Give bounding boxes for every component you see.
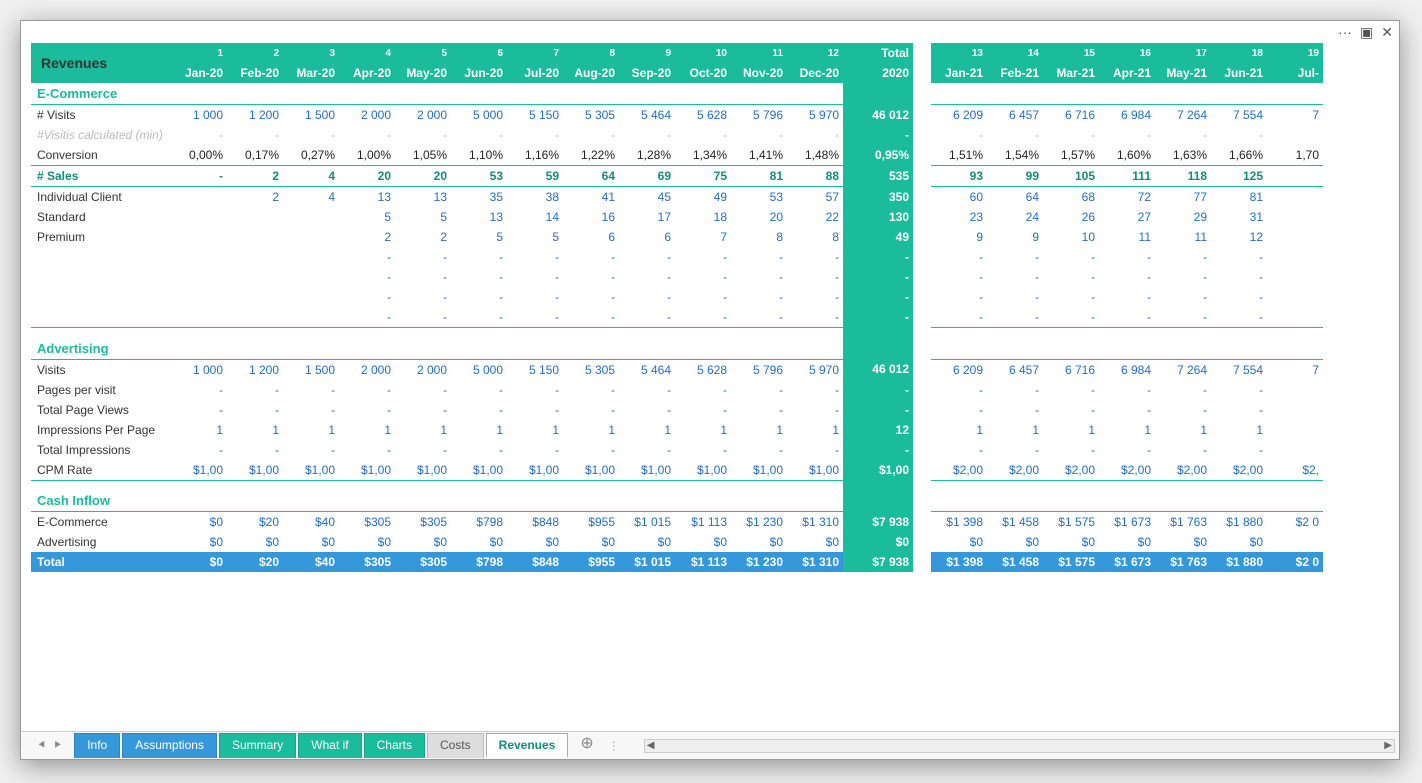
scroll-left-icon[interactable]: ◀ (647, 740, 655, 751)
row-tpv: Total Page Views (31, 400, 171, 420)
tab-revenues[interactable]: Revenues (486, 733, 569, 758)
data-grid[interactable]: Revenues 1 2 3 4 5 6 7 8 9 10 11 12 Tota… (31, 43, 1399, 731)
row-premium: Premium (31, 227, 171, 247)
row-conversion: Conversion (31, 145, 171, 166)
tab-costs[interactable]: Costs (427, 733, 484, 758)
row-individual: Individual Client (31, 187, 171, 208)
scroll-right-icon[interactable]: ▶ (1384, 740, 1392, 751)
tab-whatif[interactable]: What if (298, 733, 361, 758)
section-advertising: Advertising (31, 338, 171, 360)
window-controls: ··· ▣ ✕ (21, 21, 1399, 43)
row-adv-visits: Visits (31, 359, 171, 380)
horizontal-scrollbar[interactable]: ◀ ▶ (644, 739, 1395, 753)
page-title: Revenues (31, 43, 171, 83)
section-cash: Cash Inflow (31, 490, 171, 512)
tab-nav-arrows[interactable]: ⯇ ⯈ (25, 738, 74, 753)
row-standard: Standard (31, 207, 171, 227)
row-sales: # Sales (31, 166, 171, 187)
row-cash-ecom: E-Commerce (31, 512, 171, 533)
tab-info[interactable]: Info (74, 733, 120, 758)
row-visits-calc: #Visitis calculated (min) (31, 125, 171, 145)
nav-next-icon[interactable]: ⯈ (51, 738, 65, 753)
row-total: Total (31, 552, 171, 572)
sheet-tab-bar: ⯇ ⯈ Info Assumptions Summary What if Cha… (21, 731, 1399, 759)
row-ipp: Impressions Per Page (31, 420, 171, 440)
month-header: Jan-20 (171, 63, 227, 83)
section-ecommerce: E-Commerce (31, 83, 171, 105)
ribbon-icon[interactable]: ▣ (1360, 24, 1373, 41)
row-visits: # Visits (31, 105, 171, 126)
tab-summary[interactable]: Summary (219, 733, 296, 758)
total-header: Total (843, 43, 913, 63)
row-cash-adv: Advertising (31, 532, 171, 552)
col-idx: 1 (171, 43, 227, 63)
add-sheet-button[interactable]: ⊕ (570, 733, 603, 758)
tab-charts[interactable]: Charts (364, 733, 425, 758)
spreadsheet-window: ··· ▣ ✕ Revenues 1 2 3 4 5 6 7 8 9 10 (20, 20, 1400, 760)
tab-assumptions[interactable]: Assumptions (122, 733, 217, 758)
nav-first-icon[interactable]: ⯇ (35, 738, 49, 753)
row-cpm: CPM Rate (31, 460, 171, 481)
row-total-imp: Total Impressions (31, 440, 171, 460)
more-icon[interactable]: ··· (1338, 24, 1352, 40)
row-ppv: Pages per visit (31, 380, 171, 400)
close-icon[interactable]: ✕ (1381, 24, 1393, 41)
